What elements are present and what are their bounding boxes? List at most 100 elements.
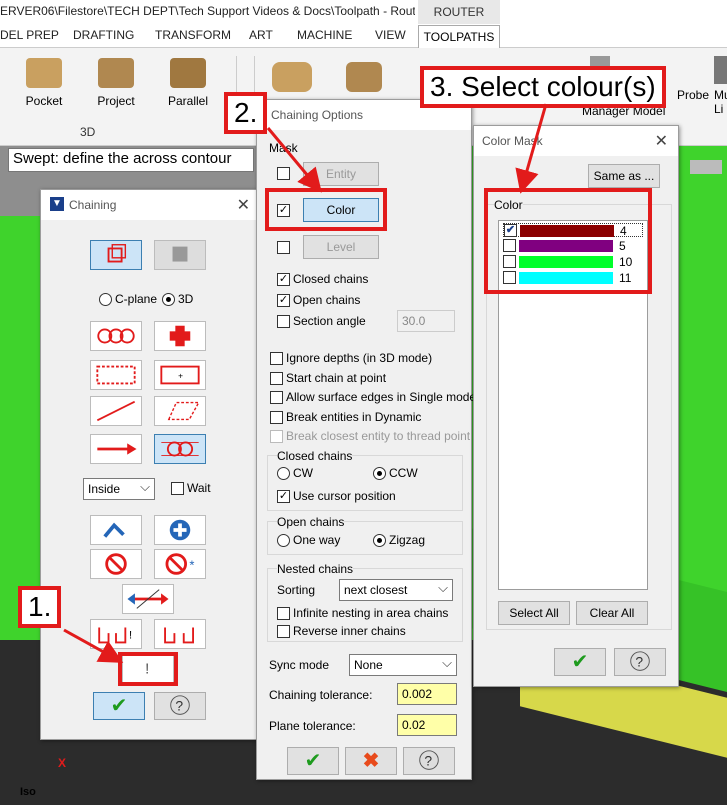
options-ok-button[interactable]: ✔ [287, 747, 339, 775]
close-icon[interactable]: ✕ [655, 131, 668, 151]
options-title: Chaining Options [271, 108, 364, 122]
zigzag-radio[interactable] [373, 534, 386, 547]
multiaxis-icon[interactable] [714, 56, 727, 84]
allow-surface-label: Allow surface edges in Single mode [286, 390, 477, 404]
solid-mode-button[interactable] [154, 240, 206, 270]
level-checkbox[interactable] [277, 241, 290, 254]
use-cursor-checkbox[interactable]: ✓ [277, 490, 290, 503]
select-button[interactable] [154, 515, 206, 545]
vector-button[interactable] [90, 434, 142, 464]
tab-art[interactable]: ART [249, 28, 273, 42]
infinite-nesting-checkbox[interactable] [277, 607, 290, 620]
color-mask-ok-button[interactable]: ✔ [554, 648, 606, 676]
open-chains-checkbox[interactable]: ✓ [277, 294, 290, 307]
unselect-button[interactable] [90, 549, 142, 579]
same-as-button[interactable]: Same as ... [588, 164, 660, 188]
cw-label: CW [293, 466, 313, 480]
svg-text:!: ! [129, 630, 132, 642]
swept-icon[interactable] [272, 62, 312, 92]
one-way-radio[interactable] [277, 534, 290, 547]
sorting-select[interactable]: next closest [339, 579, 453, 601]
start-end-button[interactable]: ! [90, 619, 142, 649]
break-dynamic-checkbox[interactable] [270, 411, 283, 424]
allow-surface-checkbox[interactable] [270, 391, 283, 404]
wait-label: Wait [187, 481, 211, 495]
open-group-label: Open chains [277, 515, 345, 529]
area-button[interactable]: + [154, 360, 206, 390]
color-mask-title: Color Mask [482, 134, 543, 148]
section-angle-checkbox[interactable] [277, 315, 290, 328]
context-tab-router: ROUTER [418, 0, 500, 24]
polygon-button[interactable] [154, 396, 206, 426]
annotation-step-3: 3. Select colour(s) [420, 66, 666, 108]
partial-button[interactable] [154, 434, 206, 464]
wait-checkbox[interactable] [171, 482, 184, 495]
point-button[interactable] [154, 321, 206, 351]
unselect-all-button[interactable]: * [154, 549, 206, 579]
clear-all-button[interactable]: Clear All [576, 601, 648, 625]
multiaxis-label[interactable]: Mu Li [714, 88, 727, 116]
options-help-button[interactable]: ? [403, 747, 455, 775]
reverse-inner-checkbox[interactable] [277, 625, 290, 638]
tab-drafting[interactable]: DRAFTING [73, 28, 134, 42]
sync-mode-select[interactable]: None [349, 654, 457, 676]
start-chain-checkbox[interactable] [270, 372, 283, 385]
color-mask-title-bar: Color Mask ✕ [474, 126, 678, 156]
options-cancel-button[interactable]: ✖ [345, 747, 397, 775]
entity-checkbox[interactable] [277, 167, 290, 180]
ccw-label: CCW [389, 466, 418, 480]
close-icon[interactable]: ✕ [237, 195, 250, 215]
sync-mode-label: Sync mode [269, 658, 330, 672]
parallel-label: Parallel [167, 94, 209, 108]
tab-machine[interactable]: MACHINE [297, 28, 352, 42]
tab-transform[interactable]: TRANSFORM [155, 28, 231, 42]
tab-model-prep[interactable]: DEL PREP [0, 28, 59, 42]
select-all-button[interactable]: Select All [498, 601, 570, 625]
help-button[interactable]: ? [154, 692, 206, 720]
options-button[interactable] [154, 619, 206, 649]
chain-button[interactable] [90, 321, 142, 351]
break-closest-checkbox[interactable] [270, 430, 283, 443]
one-way-label: One way [293, 533, 341, 547]
tab-toolpaths[interactable]: TOOLPATHS [418, 25, 500, 49]
chaining-title-bar: ▼ Chaining ✕ [41, 190, 260, 220]
cw-radio[interactable] [277, 467, 290, 480]
level-button[interactable]: Level [303, 235, 379, 259]
tab-view[interactable]: VIEW [375, 28, 406, 42]
3d-radio[interactable] [162, 293, 175, 306]
ignore-depths-label: Ignore depths (in 3D mode) [286, 351, 433, 365]
entity-button[interactable]: Entity [303, 162, 379, 186]
prompt-bar: Swept: define the across contour [8, 148, 254, 172]
wireframe-mode-button[interactable] [90, 240, 142, 270]
project-button[interactable]: Project [94, 58, 138, 108]
annotation-highlight-options-button [118, 652, 178, 686]
section-angle-field[interactable]: 30.0 [397, 310, 455, 332]
zigzag-label: Zigzag [389, 533, 426, 547]
3d-label: 3D [178, 292, 194, 306]
ignore-depths-checkbox[interactable] [270, 352, 283, 365]
nested-group-label: Nested chains [277, 562, 354, 576]
window-title: ERVER06\Filestore\TECH DEPT\Tech Support… [0, 4, 415, 18]
closed-chains-checkbox[interactable]: ✓ [277, 273, 290, 286]
window-button[interactable] [90, 360, 142, 390]
reverse-inner-label: Reverse inner chains [293, 624, 406, 638]
plane-tolerance-field[interactable]: 0.02 [397, 714, 457, 736]
svg-text:*: * [189, 558, 194, 573]
ccw-radio[interactable] [373, 467, 386, 480]
parallel-button[interactable]: Parallel [166, 58, 210, 108]
cplane-radio[interactable] [99, 293, 112, 306]
flowline-icon[interactable] [346, 62, 382, 92]
break-dynamic-label: Break entities in Dynamic [286, 410, 422, 424]
single-button[interactable] [90, 396, 142, 426]
chain-mode-select[interactable]: Inside [83, 478, 155, 500]
probe-label[interactable]: Probe [677, 88, 709, 102]
reverse-button[interactable] [122, 584, 174, 614]
pocket-button[interactable]: Pocket [22, 58, 66, 108]
chain-tolerance-field[interactable]: 0.002 [397, 683, 457, 705]
color-mask-help-button[interactable]: ? [614, 648, 666, 676]
project-label: Project [97, 94, 135, 108]
cplane-label: C-plane [115, 292, 158, 306]
last-button[interactable] [90, 515, 142, 545]
view-controls-icon[interactable] [690, 160, 722, 174]
ok-button[interactable]: ✔ [93, 692, 145, 720]
